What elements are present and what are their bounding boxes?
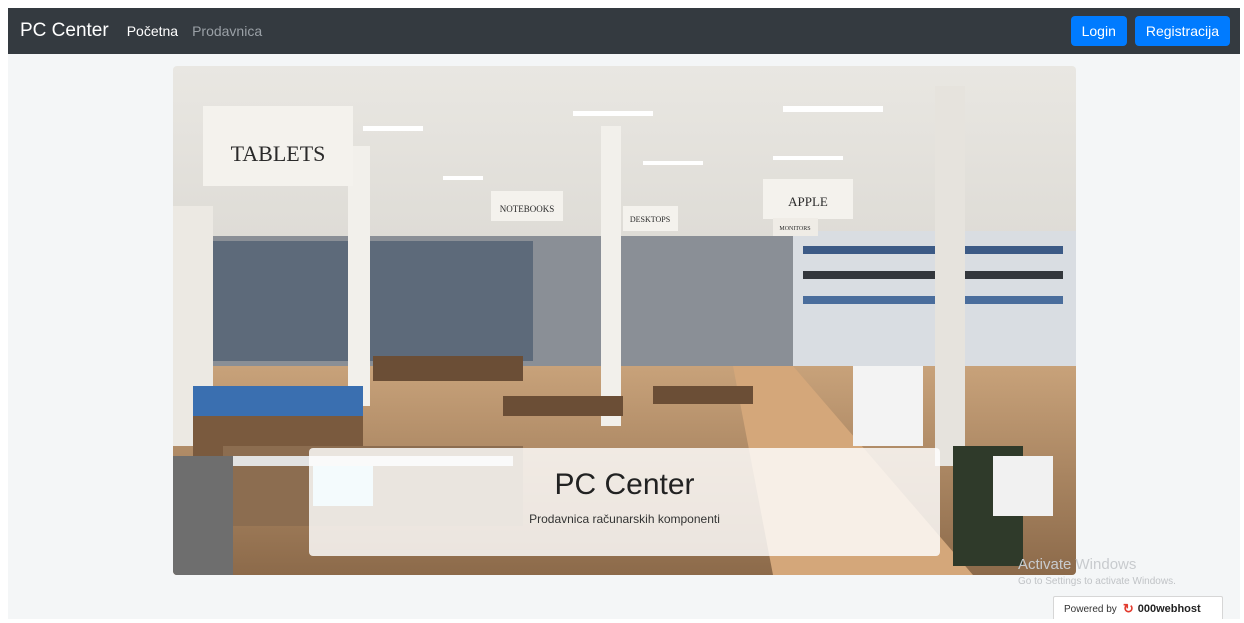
webhost-brand: 000webhost <box>1137 603 1201 615</box>
hero-title: PC Center <box>554 468 695 501</box>
hero-banner: TABLETS NOTEBOOKS DESKTOPS APPLE MONITOR… <box>173 66 1076 575</box>
sign-notebooks: NOTEBOOKS <box>500 204 555 214</box>
login-button[interactable]: Login <box>1070 16 1127 46</box>
nav-link-prodavnica[interactable]: Prodavnica <box>192 23 262 39</box>
hero-caption: PC Center Prodavnica računarskih kompone… <box>309 448 940 556</box>
sign-desktops: DESKTOPS <box>630 215 670 224</box>
nav-actions: Login Registracija <box>1070 16 1230 46</box>
navbar: PC Center Početna Prodavnica Login Regis… <box>8 8 1240 54</box>
register-button[interactable]: Registracija <box>1134 16 1230 46</box>
webhost-logo-icon: ↻ <box>1122 601 1134 616</box>
powered-by-label: Powered by <box>1064 603 1117 615</box>
sign-monitors: MONITORS <box>779 226 810 232</box>
hero-subtitle: Prodavnica računarskih komponenti <box>529 512 720 526</box>
sign-apple: APPLE <box>788 194 828 209</box>
brand-link[interactable]: PC Center <box>20 20 109 42</box>
nav-link-pocetna[interactable]: Početna <box>127 23 178 39</box>
powered-by-badge[interactable]: Powered by ↻ 000webhost <box>1053 596 1223 619</box>
activate-windows-subtitle: Go to Settings to activate Windows. <box>1018 576 1176 587</box>
sign-tablets: TABLETS <box>231 141 326 166</box>
activate-windows-title: Activate Windows <box>1018 556 1137 573</box>
page-frame: PC Center Početna Prodavnica Login Regis… <box>8 8 1240 619</box>
